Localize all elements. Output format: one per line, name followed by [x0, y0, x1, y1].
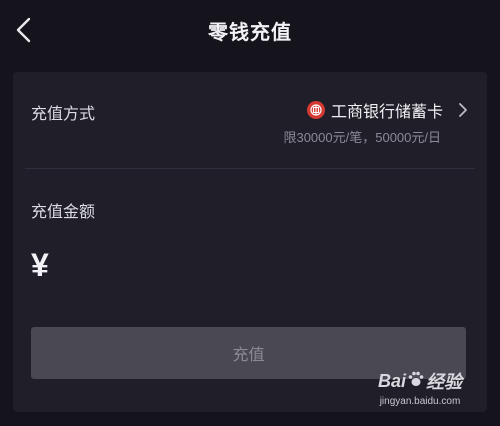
watermark-brand-left: Bai: [377, 370, 406, 391]
bank-name: 工商银行储蓄卡: [330, 104, 443, 121]
payment-method-label: 充值方式: [31, 106, 96, 123]
payment-method-row[interactable]: 充值方式 工商银行储蓄卡 限30000元/笔，50000元/日: [13, 72, 487, 168]
watermark-brand-right: 经验: [426, 372, 462, 392]
recharge-card: 充值方式 工商银行储蓄卡 限30000元/笔，50000元/日 充值金额 ¥ 充…: [13, 72, 487, 412]
paw-icon: [407, 370, 425, 393]
chevron-right-icon: [457, 102, 469, 123]
amount-label: 充值金额: [31, 204, 96, 221]
divider: [25, 168, 475, 169]
watermark-logo: Bai 经验: [370, 368, 470, 394]
page-title: 零钱充值: [208, 22, 292, 44]
amount-input[interactable]: ¥: [31, 247, 471, 297]
top-bar: 零钱充值: [0, 0, 500, 60]
icbc-logo-icon: [306, 101, 325, 119]
limit-text: 限30000元/笔，50000元/日: [283, 130, 441, 145]
watermark: Bai 经验 jingyan.baidu.com: [370, 368, 470, 416]
currency-symbol: ¥: [31, 247, 49, 283]
bank-selector[interactable]: 工商银行储蓄卡: [306, 98, 443, 122]
watermark-url: jingyan.baidu.com: [379, 396, 461, 407]
